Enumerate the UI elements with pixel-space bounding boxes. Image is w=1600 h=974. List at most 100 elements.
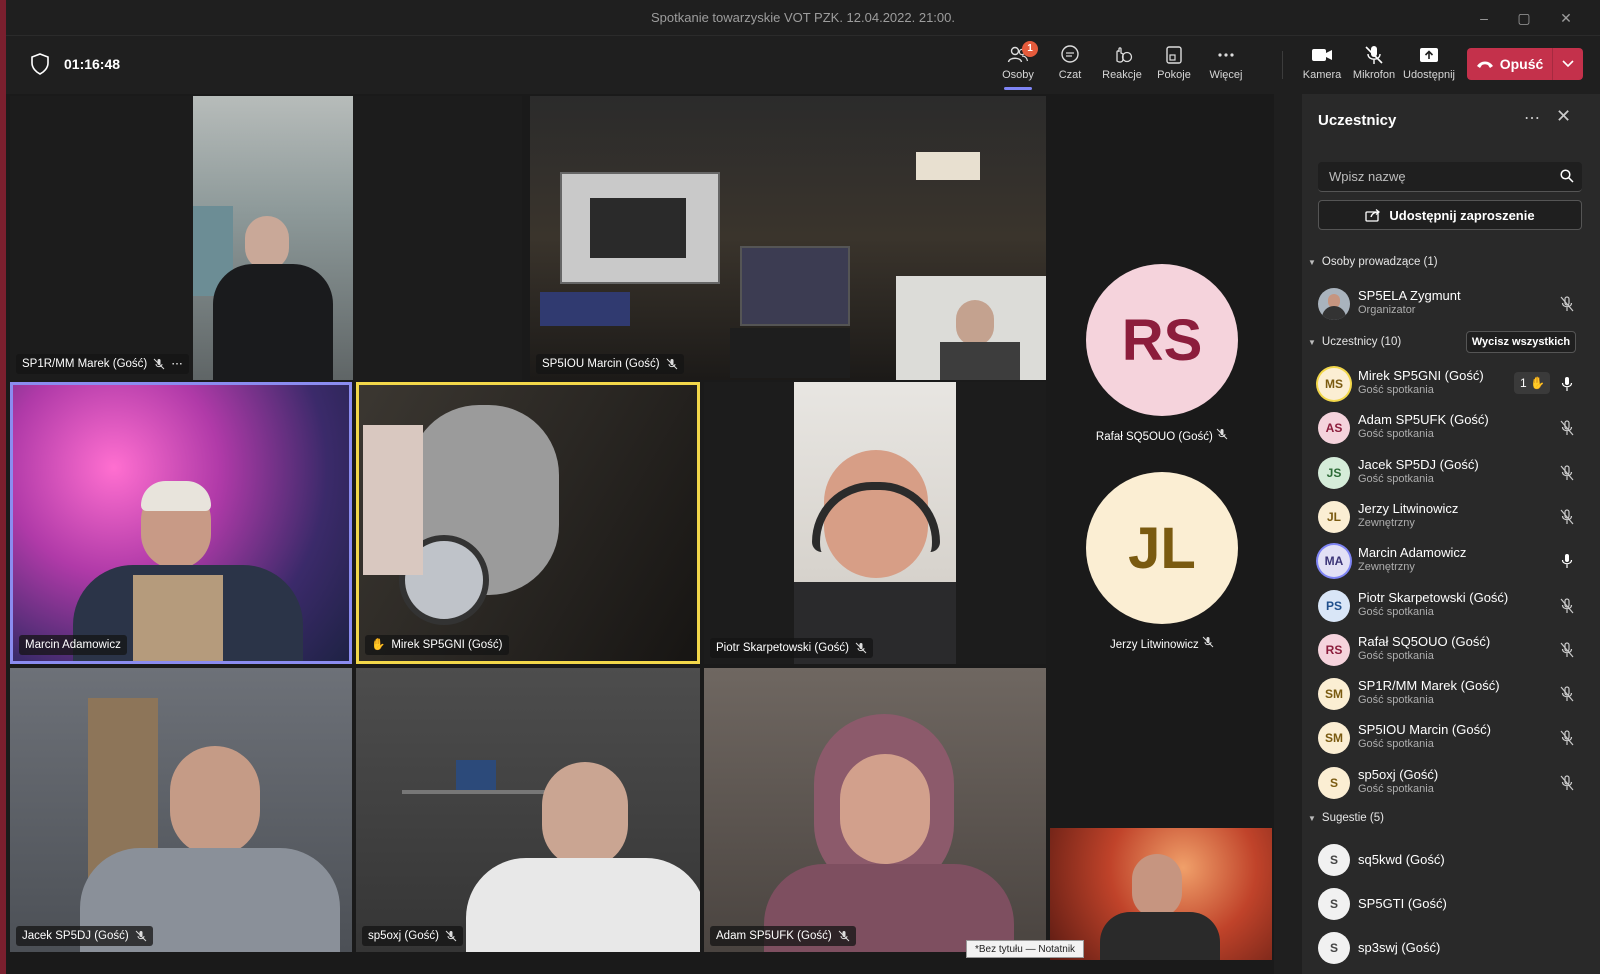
- avatar: S: [1318, 932, 1350, 964]
- search-icon[interactable]: [1560, 169, 1574, 183]
- title-bar: Spotkanie towarzyskie VOT PZK. 12.04.202…: [6, 0, 1600, 36]
- video-tile-marek[interactable]: SP1R/MM Marek (Gość) ⋯: [10, 96, 522, 380]
- participant-name: Rafał SQ5OUO (Gość): [1358, 633, 1491, 649]
- participant-row-organizer[interactable]: SP5ELA Zygmunt Organizator: [1302, 282, 1600, 326]
- participant-name: SP5IOU Marcin (Gość): [542, 358, 660, 370]
- leave-main[interactable]: Opuść: [1467, 48, 1553, 80]
- participant-row[interactable]: Ssp5oxj (Gość) Gość spotkania: [1302, 761, 1600, 805]
- tile-name-label: SP5IOU Marcin (Gość): [536, 354, 684, 374]
- participant-row[interactable]: MS Mirek SP5GNI (Gość) Gość spotkania 1 ✋: [1302, 362, 1600, 406]
- video-feed: [794, 382, 956, 664]
- camera-icon: [1312, 49, 1332, 61]
- participant-row[interactable]: SM SP5IOU Marcin (Gość) Gość spotkania: [1302, 716, 1600, 760]
- panel-more-icon[interactable]: ⋯: [1524, 108, 1541, 128]
- rooms-button[interactable]: Pokoje: [1148, 43, 1200, 89]
- close-icon[interactable]: ✕: [1546, 6, 1586, 30]
- participant-name: SP1R/MM Marek (Gość): [1358, 678, 1500, 694]
- tile-name-label: SP1R/MM Marek (Gość) ⋯: [16, 354, 189, 374]
- microphone-button[interactable]: Mikrofon: [1348, 43, 1400, 89]
- video-tile-sp5iou[interactable]: SP5IOU Marcin (Gość): [530, 96, 1046, 380]
- more-button[interactable]: Więcej: [1200, 43, 1252, 89]
- panel-title: Uczestnicy: [1318, 112, 1397, 129]
- participant-name: Marcin Adamowicz: [25, 639, 121, 651]
- video-tile-piotr[interactable]: Piotr Skarpetowski (Gość): [704, 382, 1046, 664]
- video-tile-jacek[interactable]: Jacek SP5DJ (Gość): [10, 668, 352, 952]
- participant-role: Gość spotkania: [1358, 782, 1434, 795]
- participant-row[interactable]: PS Piotr Skarpetowski (Gość) Gość spotkani…: [1302, 584, 1600, 628]
- avatar-tile-jerzy[interactable]: JL Jerzy Litwinowicz: [1052, 462, 1272, 672]
- mic-off-icon[interactable]: [1560, 642, 1574, 658]
- people-button[interactable]: 1 Osoby: [992, 41, 1044, 90]
- mic-off-icon[interactable]: [1560, 420, 1574, 436]
- suggestion-row[interactable]: S SP5GTI (Gość): [1302, 882, 1600, 926]
- participant-row[interactable]: AS Adam SP5UFK (Gość) Gość spotkania: [1302, 406, 1600, 450]
- participant-row[interactable]: JL Jerzy Litwinowicz Zewnętrzny: [1302, 495, 1600, 539]
- mic-off-icon[interactable]: [1560, 464, 1574, 481]
- raised-hand-badge: 1 ✋: [1514, 372, 1550, 394]
- leave-dropdown[interactable]: [1553, 48, 1583, 80]
- mic-off-icon: [445, 930, 457, 942]
- video-tile-mirek[interactable]: ✋ Mirek SP5GNI (Gość): [356, 382, 700, 664]
- avatar-initials: RS: [1325, 642, 1343, 657]
- video-tile-sp5oxj[interactable]: sp5oxj (Gość): [356, 668, 700, 952]
- panel-close-icon[interactable]: ✕: [1556, 106, 1571, 127]
- video-tile-marcin-adamowicz[interactable]: Marcin Adamowicz: [10, 382, 352, 664]
- participant-role: Gość spotkania: [1358, 649, 1434, 662]
- avatar-initials: MS: [1325, 377, 1343, 391]
- suggestion-row[interactable]: Ssq5kwd (Gość): [1302, 838, 1600, 882]
- tile-more-icon[interactable]: ⋯: [171, 354, 183, 374]
- maximize-icon[interactable]: ▢: [1504, 6, 1544, 30]
- suggestion-row[interactable]: Ssp3swj (Gość): [1302, 926, 1600, 970]
- mic-on-icon[interactable]: [1560, 553, 1574, 569]
- mic-on-icon[interactable]: [1560, 376, 1574, 392]
- laptop-screen: [740, 246, 850, 326]
- avatar: S: [1318, 844, 1350, 876]
- leave-button[interactable]: Opuść: [1467, 48, 1583, 80]
- mic-off-icon[interactable]: [1560, 597, 1574, 614]
- mic-off-icon[interactable]: [1560, 509, 1574, 525]
- attendees-section-header[interactable]: ▼ Uczestnicy (10): [1308, 336, 1401, 348]
- minimize-icon[interactable]: –: [1464, 6, 1504, 30]
- mic-off-icon: [1202, 636, 1214, 648]
- presenters-section-header[interactable]: ▼ Osoby prowadzące (1): [1308, 256, 1438, 268]
- mic-off-icon[interactable]: [1560, 730, 1574, 746]
- hand-count: 1: [1520, 376, 1527, 390]
- video-tile-adam[interactable]: Adam SP5UFK (Gość): [704, 668, 1046, 952]
- person-head: [840, 754, 930, 864]
- participant-row[interactable]: JS Jacek SP5DJ (Gość) Gość spotkania: [1302, 451, 1600, 495]
- reactions-button[interactable]: Reakcje: [1096, 43, 1148, 89]
- avatar-tile-rafal[interactable]: RS Rafał SQ5OUO (Gość): [1052, 254, 1272, 464]
- mic-off-icon[interactable]: [1560, 775, 1574, 791]
- reactions-label: Reakcje: [1102, 69, 1142, 81]
- share-icon: [1420, 48, 1438, 62]
- more-label: Więcej: [1209, 69, 1243, 81]
- share-button[interactable]: Udostępnij: [1400, 43, 1458, 89]
- avatar-name-label: Jerzy Litwinowicz: [1052, 636, 1272, 651]
- avatar: MS: [1318, 368, 1350, 400]
- chat-button[interactable]: Czat: [1044, 43, 1096, 89]
- participant-row[interactable]: MA Marcin Adamowicz Zewnętrzny: [1302, 539, 1600, 583]
- mic-off-icon[interactable]: [1560, 686, 1574, 702]
- avatar-initials: RS: [1121, 307, 1203, 373]
- mic-off-icon: [153, 358, 165, 370]
- avatar-initials: JL: [1326, 509, 1341, 524]
- person-head: [170, 746, 260, 856]
- avatar: AS: [1318, 412, 1350, 445]
- avatar-initials: AS: [1325, 421, 1343, 436]
- participant-row[interactable]: RS Rafał SQ5OUO (Gość) Gość spotkania: [1302, 628, 1600, 672]
- participant-name: SP5IOU Marcin (Gość): [1358, 722, 1491, 738]
- face-side: [363, 425, 423, 575]
- mute-all-button[interactable]: Wycisz wszystkich: [1466, 331, 1576, 353]
- mic-off-icon[interactable]: [1560, 296, 1574, 312]
- suggestions-section-header[interactable]: ▼ Sugestie (5): [1308, 812, 1384, 824]
- search-box[interactable]: [1318, 162, 1582, 192]
- participant-row[interactable]: SM SP1R/MM Marek (Gość) Gość spotkania: [1302, 672, 1600, 716]
- search-input[interactable]: [1318, 162, 1550, 190]
- mic-off-icon: [135, 930, 147, 942]
- avatar: SM: [1318, 722, 1350, 755]
- person-head: [1132, 854, 1182, 918]
- suggestions-header: Sugestie (5): [1321, 812, 1384, 824]
- participant-role: Gość spotkania: [1358, 384, 1434, 396]
- share-invite-button[interactable]: Udostępnij zaproszenie: [1318, 200, 1582, 230]
- camera-button[interactable]: Kamera: [1296, 43, 1348, 89]
